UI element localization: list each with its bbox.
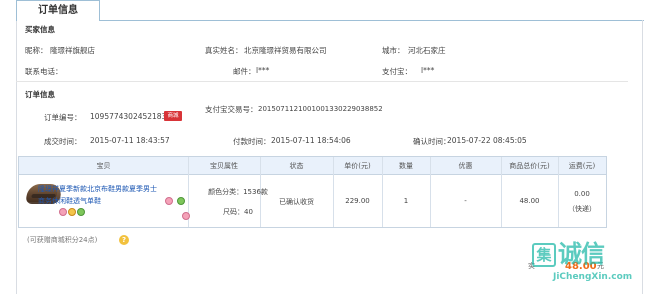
watermark-url: JiChengXin.com: [553, 272, 633, 282]
quantity: 1: [403, 197, 409, 205]
paid-time-label: 付款时间：: [233, 137, 271, 146]
discount: -: [464, 197, 467, 205]
buyer-realname-value: 北京隆璟祥贸易有限公司: [244, 46, 327, 55]
product-title-link[interactable]: 隆璟祥夏季新款北京布鞋男款夏季男士商务休闲鞋透气单鞋: [38, 183, 160, 207]
confirmed-time-label: 确认时间：: [413, 137, 451, 146]
help-icon[interactable]: ?: [119, 235, 129, 245]
column-divider: [501, 157, 502, 227]
shipping-fee: 0.00: [574, 190, 590, 198]
table-header-price: 单价(元): [344, 162, 371, 170]
buyer-section-title: 买家信息: [25, 25, 55, 34]
buyer-alipay-value: l***: [421, 66, 435, 75]
order-details-page: 订单信息 买家信息 昵称： 隆璟祥旗舰店 真实姓名： 北京隆璟祥贸易有限公司 城…: [0, 0, 650, 294]
watermark: 集 诚信 JiChengXin.com: [532, 242, 642, 284]
table-header-attributes: 宝贝属性: [210, 162, 238, 170]
buyer-email-value: l***: [256, 66, 270, 75]
flower-badge-icon: [59, 208, 67, 216]
table-header-total: 商品总价(元): [509, 162, 550, 170]
buyer-phone-label: 联系电话：: [25, 67, 63, 76]
buyer-realname-label: 真实姓名：: [205, 46, 243, 55]
section-separator: [16, 81, 628, 82]
table-header-status: 状态: [289, 162, 304, 170]
buyer-nickname-label: 昵称：: [25, 46, 48, 55]
watermark-text: 诚信: [558, 240, 605, 268]
flower-badge-icon: [68, 208, 76, 216]
order-number-value: 1095774302452183: [90, 112, 167, 121]
buyer-nickname-value: 隆璟祥旗舰店: [50, 46, 95, 55]
flower-badge-icon: [77, 208, 85, 216]
flower-badge-icon: [165, 197, 173, 205]
buyer-alipay-label: 支付宝：: [382, 67, 412, 76]
created-time-value: 2015-07-11 18:43:57: [90, 136, 170, 145]
unit-price: 229.00: [345, 197, 370, 205]
table-header-item: 宝贝: [96, 162, 111, 170]
flower-badge-icon: [182, 212, 190, 220]
table-header-discount: 优惠: [458, 162, 473, 170]
order-section-title: 订单信息: [25, 90, 55, 99]
table-header-quantity: 数量: [399, 162, 413, 170]
watermark-logo-box: 集: [532, 243, 556, 267]
tab-order-info[interactable]: 订单信息: [16, 0, 100, 21]
order-status: 已确认收货: [279, 198, 314, 206]
mall-badge: 商城: [164, 111, 182, 121]
buyer-city-label: 城市：: [382, 46, 405, 55]
column-divider: [333, 157, 334, 227]
created-time-label: 成交时间：: [44, 137, 82, 146]
table-header-shipping: 运费(元): [568, 162, 596, 170]
alipay-trade-label: 支付宝交易号：: [205, 105, 258, 114]
confirmed-time-value: 2015-07-22 08:45:05: [447, 136, 527, 145]
column-divider: [430, 157, 431, 227]
buyer-city-value: 河北石家庄: [408, 46, 446, 55]
product-attribute-color: 颜色分类：1536款: [208, 188, 268, 196]
alipay-trade-value: 2015071121001001330229038852: [258, 105, 383, 113]
points-note: (可获赠商城积分24点): [27, 236, 98, 244]
product-attribute-size: 尺码：40: [223, 208, 253, 216]
shipping-type: （快递）: [568, 205, 596, 213]
buyer-email-label: 邮件：: [233, 67, 256, 76]
order-number-label: 订单编号：: [44, 113, 82, 122]
item-total: 48.00: [519, 197, 540, 205]
paid-time-value: 2015-07-11 18:54:06: [271, 136, 351, 145]
column-divider: [382, 157, 383, 227]
flower-badge-icon: [177, 197, 185, 205]
